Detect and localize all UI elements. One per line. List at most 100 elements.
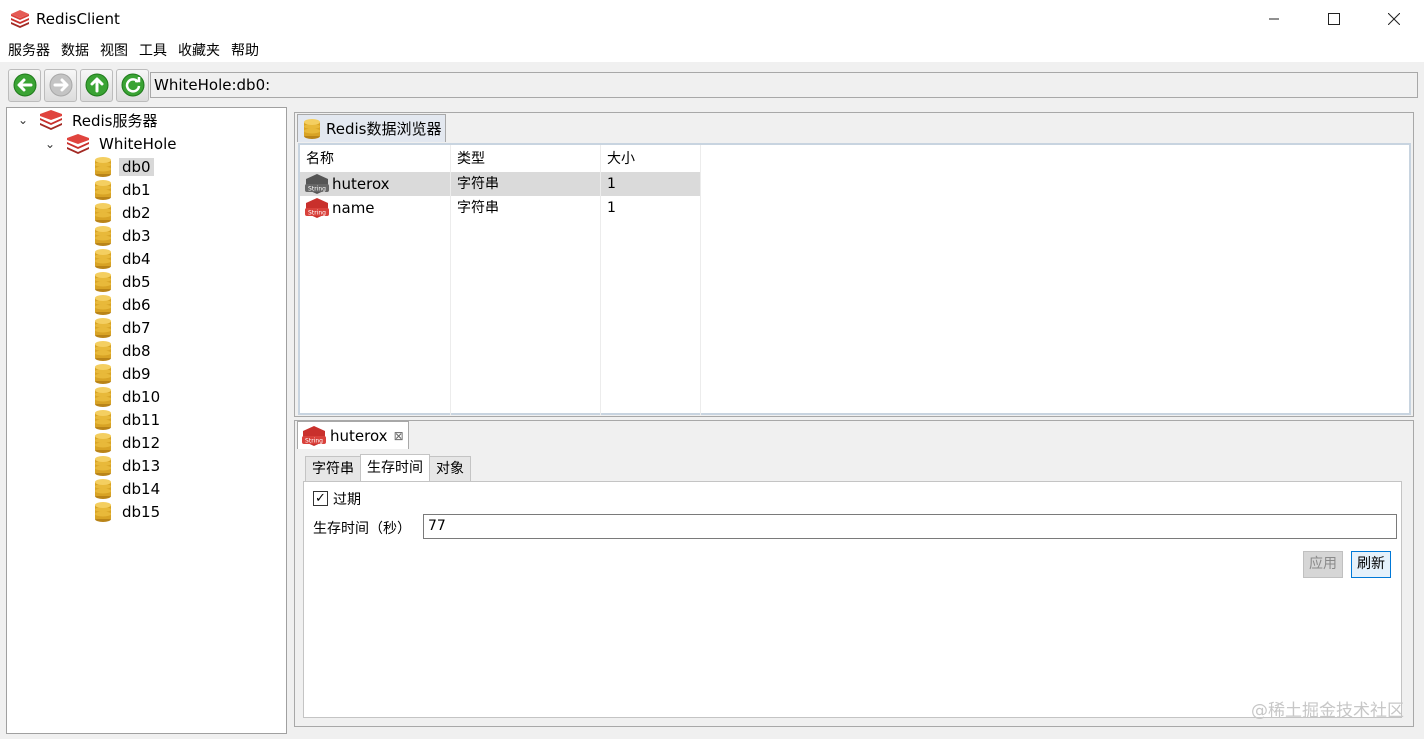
chevron-down-icon[interactable]: ⌄: [42, 137, 58, 151]
tab-key-detail[interactable]: String huterox ⊠: [297, 421, 409, 449]
tree-db-label: db3: [122, 227, 151, 245]
tree-db-label: db11: [122, 411, 161, 429]
apply-button[interactable]: 应用: [1303, 551, 1343, 578]
tree-db-label: db15: [122, 503, 161, 521]
arrow-right-icon: [49, 73, 72, 97]
tree-node-db6[interactable]: db6: [93, 294, 154, 316]
database-icon: [95, 410, 111, 430]
tree-db-label: db13: [122, 457, 161, 475]
subtab-string[interactable]: 字符串: [305, 456, 361, 482]
database-icon: [95, 249, 111, 269]
database-icon: [95, 433, 111, 453]
row-name: name: [332, 199, 375, 217]
tree-db-label: db2: [122, 204, 151, 222]
forward-button[interactable]: [44, 68, 77, 102]
database-icon: [95, 157, 111, 177]
address-bar[interactable]: WhiteHole:db0:: [150, 72, 1418, 98]
window-title: RedisClient: [36, 10, 120, 28]
tree-node-db7[interactable]: db7: [93, 317, 154, 339]
ttl-form: ✓ 过期 生存时间（秒） 77 应用 刷新: [303, 481, 1402, 718]
close-button[interactable]: [1364, 0, 1424, 38]
svg-text:String: String: [305, 437, 323, 444]
tree-root-label: Redis服务器: [72, 111, 158, 130]
database-icon: [95, 226, 111, 246]
column-header-size[interactable]: 大小: [607, 147, 635, 171]
tree-node-server[interactable]: ⌄ WhiteHole: [42, 133, 179, 155]
tree-node-db3[interactable]: db3: [93, 225, 154, 247]
refresh-button[interactable]: 刷新: [1351, 551, 1391, 578]
refresh-nav-button[interactable]: [116, 68, 149, 102]
database-icon: [95, 479, 111, 499]
database-icon: [95, 318, 111, 338]
tree-node-db12[interactable]: db12: [93, 432, 163, 454]
row-name: huterox: [332, 175, 390, 193]
menu-help[interactable]: 帮助: [227, 40, 263, 60]
menu-favorites[interactable]: 收藏夹: [174, 40, 224, 60]
maximize-icon: [1328, 13, 1340, 25]
menu-view[interactable]: 视图: [96, 40, 132, 60]
database-icon: [95, 456, 111, 476]
database-icon: [95, 364, 111, 384]
tree-db-label: db4: [122, 250, 151, 268]
ttl-input[interactable]: 77: [423, 514, 1397, 539]
database-icon: [95, 387, 111, 407]
tree-db-label: db12: [122, 434, 161, 452]
redis-app-icon: [11, 10, 29, 28]
tree-db-label: db7: [122, 319, 151, 337]
tree-node-db13[interactable]: db13: [93, 455, 163, 477]
tree-node-db2[interactable]: db2: [93, 202, 154, 224]
tree-node-db15[interactable]: db15: [93, 501, 163, 523]
redis-server-icon: [40, 110, 62, 130]
row-type: 字符串: [457, 200, 499, 216]
menu-data[interactable]: 数据: [57, 40, 93, 60]
database-icon: [95, 180, 111, 200]
tree-node-db1[interactable]: db1: [93, 179, 154, 201]
arrow-left-icon: [13, 73, 36, 97]
minimize-icon: [1269, 18, 1279, 20]
database-icon: [95, 272, 111, 292]
string-key-icon: String: [305, 174, 329, 194]
back-button[interactable]: [8, 68, 41, 102]
tree-node-db0[interactable]: db0: [93, 156, 154, 178]
up-button[interactable]: [80, 68, 113, 102]
menu-server[interactable]: 服务器: [4, 40, 54, 60]
arrow-up-icon: [85, 73, 108, 97]
close-icon: [1388, 13, 1400, 25]
tree-node-root[interactable]: ⌄ Redis服务器: [15, 109, 160, 131]
chevron-down-icon[interactable]: ⌄: [15, 113, 31, 127]
title-bar: RedisClient: [0, 0, 1424, 38]
tree-db-label: db1: [122, 181, 151, 199]
tree-node-db14[interactable]: db14: [93, 478, 163, 500]
row-type: 字符串: [457, 176, 499, 192]
ttl-label: 生存时间（秒）: [313, 521, 411, 537]
redis-server-icon: [67, 134, 89, 154]
detail-subtabs: 字符串 生存时间 对象: [305, 454, 471, 482]
database-icon: [95, 341, 111, 361]
database-icon: [95, 203, 111, 223]
refresh-icon: [121, 73, 144, 97]
menu-bar: 服务器 数据 视图 工具 收藏夹 帮助: [0, 38, 1424, 62]
expire-checkbox[interactable]: ✓: [313, 491, 328, 506]
database-icon: [95, 502, 111, 522]
subtab-object[interactable]: 对象: [429, 456, 471, 482]
tree-node-db9[interactable]: db9: [93, 363, 154, 385]
menu-tools[interactable]: 工具: [135, 40, 171, 60]
watermark: @稀土掘金技术社区: [1251, 701, 1404, 721]
tree-node-db8[interactable]: db8: [93, 340, 154, 362]
tab-label: huterox: [330, 426, 388, 445]
close-tab-icon[interactable]: ⊠: [394, 429, 404, 443]
tree-node-db4[interactable]: db4: [93, 248, 154, 270]
tree-node-db5[interactable]: db5: [93, 271, 154, 293]
minimize-button[interactable]: [1244, 0, 1304, 38]
tab-label: Redis数据浏览器: [326, 120, 442, 138]
tab-redis-browser[interactable]: Redis数据浏览器: [297, 114, 447, 142]
tree-node-db11[interactable]: db11: [93, 409, 163, 431]
server-tree: ⌄ Redis服务器 ⌄ WhiteHole db0 db1 db2 db3 db4 db…: [6, 107, 287, 734]
column-header-type[interactable]: 类型: [457, 147, 485, 171]
svg-text:String: String: [308, 210, 326, 217]
maximize-button[interactable]: [1304, 0, 1364, 38]
column-header-name[interactable]: 名称: [306, 147, 334, 171]
tree-db-label: db0: [119, 158, 154, 176]
tree-node-db10[interactable]: db10: [93, 386, 163, 408]
subtab-ttl[interactable]: 生存时间: [360, 454, 430, 481]
